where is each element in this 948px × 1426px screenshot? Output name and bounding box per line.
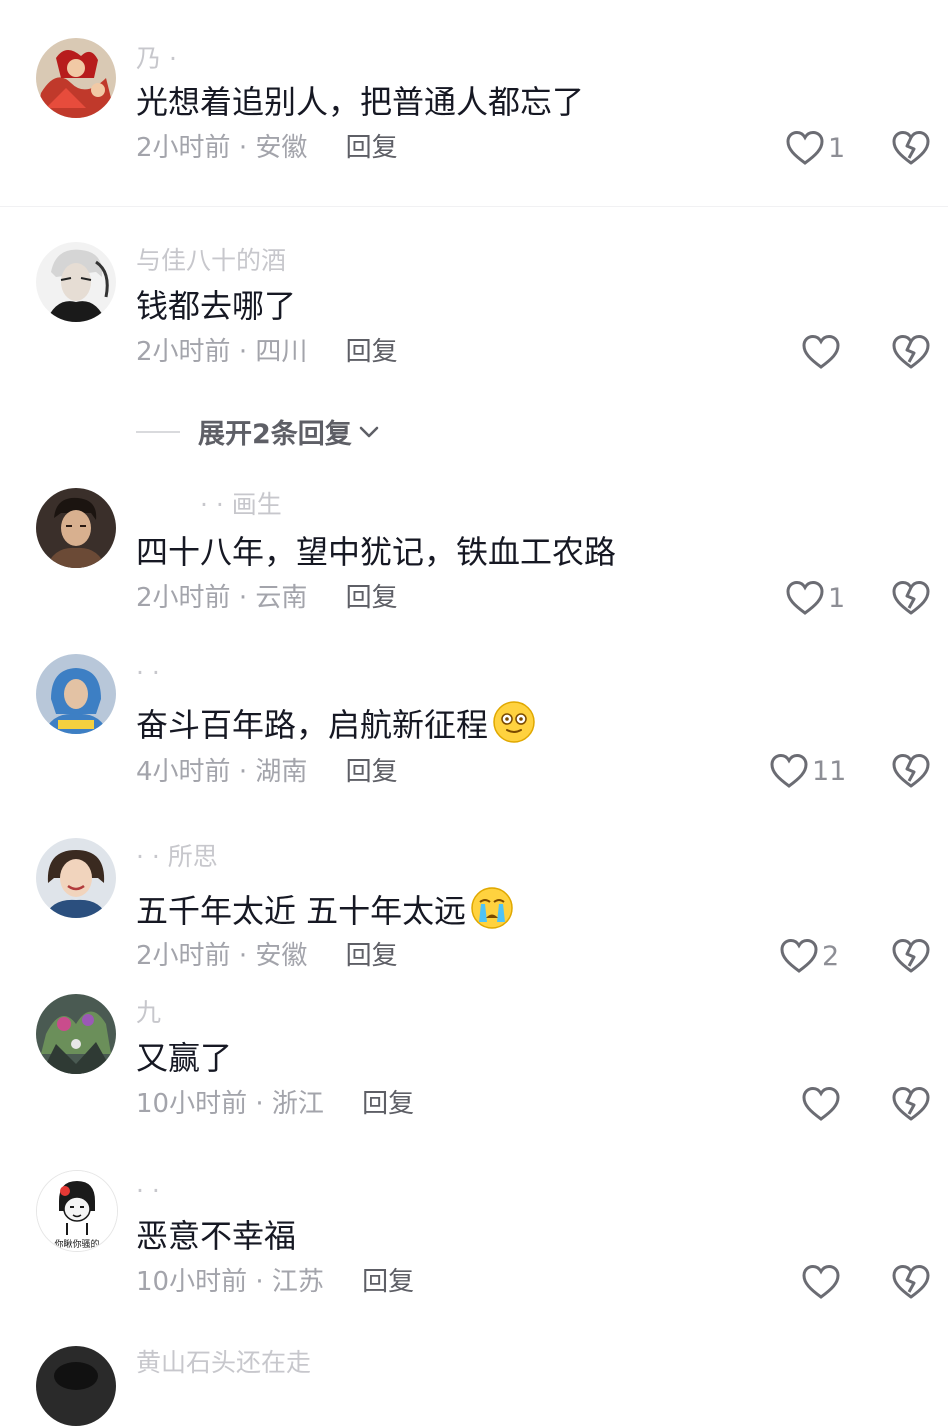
comment-time: 2小时前 [136,133,231,163]
meta-separator: · [238,583,256,613]
comment-text: 光想着追别人，把普通人都忘了 [136,83,585,121]
comment-time: 2小时前 [136,941,231,971]
avatar[interactable] [36,488,116,568]
heart-outline-icon [786,580,824,615]
reply-button[interactable]: 回复 [346,133,398,163]
comment-time: 10小时前 [136,1267,248,1297]
comment-text: 又赢了 [136,1039,233,1077]
meta-separator: · [255,1089,272,1119]
avatar-caption: 你瞅你骚的 [54,1238,99,1250]
reply-button[interactable]: 回复 [346,583,398,613]
expand-replies-label: 展开2条回复 [198,419,352,450]
like-button[interactable]: 1 [786,128,845,168]
like-count: 1 [828,132,846,164]
broken-heart-icon[interactable] [892,1264,930,1300]
like-button[interactable] [802,1262,844,1302]
heart-outline-icon [802,1264,840,1299]
username[interactable]: · · 所思 [136,842,218,872]
avatar[interactable] [36,1346,116,1426]
comment-text-content: 五千年太近 五十年太远 [136,892,467,930]
comment-divider [0,206,948,207]
comment-location: 安徽 [255,133,308,163]
like-button[interactable]: 11 [770,751,846,791]
username[interactable]: 九 [136,998,161,1028]
username[interactable]: 乃 · [136,44,177,74]
reply-button[interactable]: 回复 [346,941,398,971]
comment-meta: 4小时前 · 湖南 回复 [136,756,398,788]
comment-time: 4小时前 [136,757,231,787]
like-count: 2 [822,940,840,972]
like-button[interactable] [802,1084,844,1124]
comment-meta: 2小时前 · 云南 回复 [136,582,398,614]
broken-heart-icon[interactable] [892,938,930,974]
avatar[interactable] [36,994,116,1074]
heart-outline-icon [802,334,840,369]
comment-meta: 2小时前 · 四川 回复 [136,336,398,368]
avatar[interactable] [36,838,116,918]
comment-meta: 10小时前 · 江苏 回复 [136,1266,414,1298]
avatar[interactable] [36,38,116,118]
comment-location: 安徽 [255,941,308,971]
crying-face-emoji [471,887,513,929]
heart-outline-icon [780,938,818,973]
avatar[interactable] [36,242,116,322]
expand-replies-button[interactable]: 展开2条回复 [136,412,382,451]
meta-separator: · [238,941,256,971]
heart-outline-icon [802,1086,840,1121]
comment-text: 四十八年，望中犹记，铁血工农路 [136,533,617,571]
heart-outline-icon [770,753,808,788]
broken-heart-icon[interactable] [892,580,930,616]
comment-meta: 10小时前 · 浙江 回复 [136,1088,414,1120]
broken-heart-icon[interactable] [892,334,930,370]
reply-button[interactable]: 回复 [362,1267,414,1297]
like-count: 1 [828,582,846,614]
dizzy-face-emoji [493,701,535,743]
comment-location: 云南 [255,583,308,613]
comment-text-content: 奋斗百年路，启航新征程 [136,706,489,744]
username[interactable]: 黄山石头还在走 [136,1348,311,1378]
comment-meta: 2小时前 · 安徽 回复 [136,132,398,164]
like-button[interactable]: 1 [786,578,845,618]
broken-heart-icon[interactable] [892,1086,930,1122]
heart-outline-icon [786,130,824,165]
reply-button[interactable]: 回复 [346,337,398,367]
comment-text: 钱都去哪了 [136,287,297,325]
comment-text: 奋斗百年路，启航新征程 [136,700,536,745]
comment-location: 江苏 [271,1267,324,1297]
meta-separator: · [238,757,256,787]
meta-separator: · [238,337,256,367]
reply-button[interactable]: 回复 [346,757,398,787]
comment-location: 浙江 [271,1089,324,1119]
like-count: 11 [812,755,847,787]
comment-time: 2小时前 [136,583,231,613]
comment-text: 五千年太近 五十年太远 [136,886,514,931]
broken-heart-icon[interactable] [892,130,930,166]
username[interactable]: 与佳八十的酒 [136,246,286,276]
chevron-down-icon [359,426,379,437]
meta-separator: · [255,1267,272,1297]
avatar[interactable] [36,654,116,734]
comment-location: 四川 [255,337,308,367]
comment-meta: 2小时前 · 安徽 回复 [136,940,398,972]
like-button[interactable] [802,332,844,372]
comment-time: 10小时前 [136,1089,248,1119]
comment-text: 恶意不幸福 [136,1217,297,1255]
username[interactable]: · · 画生 [200,490,282,520]
comment-location: 湖南 [255,757,308,787]
broken-heart-icon[interactable] [892,753,930,789]
avatar[interactable]: 你瞅你骚的 [36,1170,118,1252]
username[interactable]: · · [136,658,160,688]
reply-button[interactable]: 回复 [362,1089,414,1119]
meta-separator: · [238,133,256,163]
expand-divider [136,430,180,433]
like-button[interactable]: 2 [780,936,839,976]
username[interactable]: · · [136,1176,160,1206]
comment-time: 2小时前 [136,337,231,367]
